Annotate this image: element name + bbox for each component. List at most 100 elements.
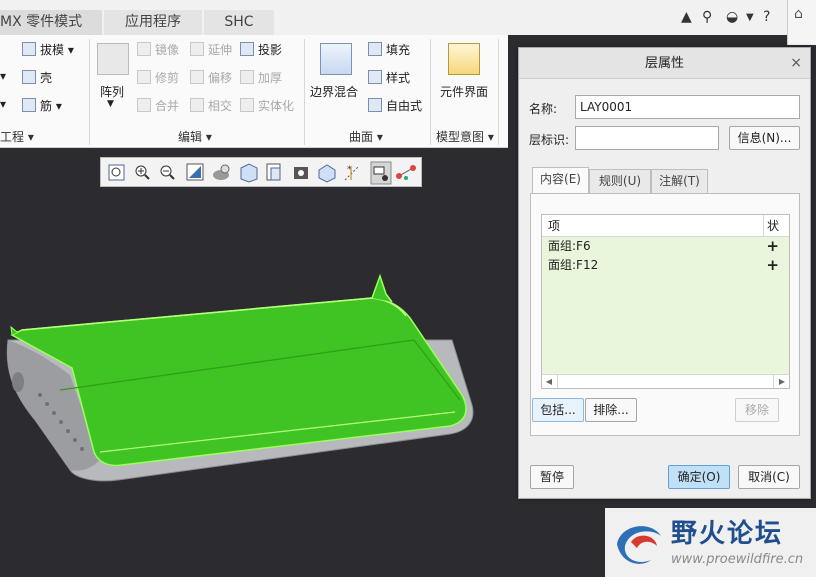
tab-notes[interactable]: 注解(T) <box>651 169 708 193</box>
perspective-icon[interactable] <box>294 167 308 179</box>
model-3d-view[interactable] <box>0 190 500 490</box>
column-item-header[interactable]: 项 <box>548 219 560 233</box>
group-surfaces[interactable]: 曲面 ▾ <box>349 128 383 145</box>
dialog-title: 层属性 <box>519 48 810 79</box>
name-label: 名称: <box>529 102 558 116</box>
list-item[interactable]: 面组:F6 + <box>542 237 789 256</box>
pause-button[interactable]: 暂停 <box>530 465 574 489</box>
fill-button[interactable]: 填充 <box>368 41 410 58</box>
scroll-divider <box>773 375 774 388</box>
close-icon[interactable]: × <box>790 55 802 71</box>
list-item-label: 面组:F12 <box>548 258 599 272</box>
mirror-button[interactable]: 镜像 <box>137 41 179 58</box>
collapse-ribbon-icon[interactable]: ▲ <box>681 9 692 25</box>
component-interface-icon[interactable] <box>448 43 480 75</box>
rib-button[interactable]: 筋 ▾ <box>22 97 62 114</box>
tab-rules[interactable]: 规则(U) <box>589 169 651 193</box>
list-item[interactable]: 面组:F12 + <box>542 256 789 275</box>
graphics-toolbar-icons: * <box>108 161 416 185</box>
cancel-button[interactable]: 取消(C) <box>738 465 800 489</box>
pattern-button[interactable]: 阵列 <box>100 83 124 100</box>
merge-button[interactable]: 合并 <box>137 97 179 114</box>
tab-applications[interactable]: 应用程序 <box>104 10 202 35</box>
boundary-blend-icon[interactable] <box>320 43 352 75</box>
tab-contents[interactable]: 内容(E) <box>532 167 589 194</box>
name-field[interactable]: LAY0001 <box>575 95 800 119</box>
group-separator <box>304 39 305 145</box>
layer-id-field[interactable] <box>575 126 719 150</box>
shell-button[interactable]: 壳 <box>22 69 52 86</box>
watermark-url: www.proewildfire.cn <box>671 552 804 567</box>
shell-icon <box>22 70 36 84</box>
extend-button[interactable]: 延伸 <box>190 41 232 58</box>
style-button[interactable]: 样式 <box>368 69 410 86</box>
extend-icon <box>190 42 204 56</box>
group-model-intent[interactable]: 模型意图 ▾ <box>436 128 494 145</box>
boundary-blend-button[interactable]: 边界混合 <box>310 83 358 100</box>
annotation-display-icon[interactable] <box>370 161 392 185</box>
status-include-icon: + <box>766 256 779 274</box>
view-manager-icon[interactable] <box>266 163 281 181</box>
tab-mx-part-mode[interactable]: MX 零件模式 <box>0 10 102 35</box>
intersect-button[interactable]: 相交 <box>190 97 232 114</box>
solidify-icon <box>240 98 254 112</box>
forum-logo-icon <box>617 526 661 564</box>
intersect-icon <box>190 98 204 112</box>
thicken-button[interactable]: 加厚 <box>240 69 282 86</box>
group-engineering[interactable]: 工程 ▾ <box>0 128 34 145</box>
mirror-icon <box>137 42 151 56</box>
chevron-down-icon[interactable]: ▾ <box>0 69 6 83</box>
refit-icon[interactable] <box>108 164 125 181</box>
solidify-button[interactable]: 实体化 <box>240 97 294 114</box>
zoom-out-icon[interactable] <box>160 165 175 180</box>
group-separator <box>430 39 431 145</box>
graphics-toolbar: * <box>100 157 422 187</box>
freestyle-button[interactable]: 自由式 <box>368 97 422 114</box>
tab-shc[interactable]: SHC <box>204 10 274 35</box>
items-list[interactable]: 项 状 面组:F6 + 面组:F12 + ◀ ▶ <box>541 214 790 389</box>
list-header: 项 状 <box>542 215 789 237</box>
draft-button[interactable]: 拔模 ▾ <box>22 41 74 58</box>
trim-button[interactable]: 修剪 <box>137 69 179 86</box>
include-button[interactable]: 包括... <box>532 398 584 422</box>
freestyle-icon <box>368 98 382 112</box>
status-include-icon: + <box>766 237 779 255</box>
thicken-icon <box>240 70 254 84</box>
search-icon[interactable]: ⚲ <box>702 9 712 25</box>
merge-icon <box>137 98 151 112</box>
column-status-header[interactable]: 状 <box>763 215 791 237</box>
chevron-down-icon[interactable]: ▼ <box>107 99 114 109</box>
offset-button[interactable]: 偏移 <box>190 69 232 86</box>
chevron-down-icon[interactable]: ▼ <box>746 12 754 23</box>
saved-views-icon[interactable] <box>240 163 258 183</box>
chevron-down-icon[interactable]: ▾ <box>0 97 6 111</box>
horizontal-scrollbar[interactable]: ◀ ▶ <box>542 374 789 388</box>
help-icon[interactable]: ? <box>763 9 770 25</box>
list-item-label: 面组:F6 <box>548 239 591 253</box>
datum-display-icon[interactable]: * <box>344 165 360 181</box>
component-interface-button[interactable]: 元件界面 <box>440 83 488 100</box>
watermark: 野火论坛 www.proewildfire.cn <box>605 508 816 577</box>
home-icon[interactable]: ⌂ <box>794 6 803 22</box>
project-button[interactable]: 投影 <box>240 41 282 58</box>
scroll-right-icon[interactable]: ▶ <box>775 375 789 388</box>
home-strip: ⌂ <box>787 0 816 45</box>
scroll-left-icon[interactable]: ◀ <box>542 375 556 388</box>
layer-properties-dialog: 层属性 × 名称: LAY0001 层标识: 信息(N)... 内容(E) 规则… <box>518 47 811 499</box>
pattern-icon[interactable] <box>97 43 129 75</box>
remove-button[interactable]: 移除 <box>735 398 779 422</box>
appearance-gallery-icon[interactable]: ◒ <box>726 9 738 25</box>
contents-panel: 项 状 面组:F6 + 面组:F12 + ◀ ▶ 包括... 排除... 移除 <box>530 193 800 436</box>
simulation-display-icon[interactable] <box>396 165 416 180</box>
trim-icon <box>137 70 151 84</box>
scroll-divider <box>557 375 558 388</box>
ok-button[interactable]: 确定(O) <box>668 465 730 489</box>
zoom-in-icon[interactable] <box>135 165 150 180</box>
exclude-button[interactable]: 排除... <box>585 398 637 422</box>
repaint-icon[interactable] <box>186 163 204 181</box>
spin-center-icon[interactable] <box>318 164 336 183</box>
watermark-title: 野火论坛 <box>671 519 784 549</box>
display-style-icon[interactable] <box>213 164 230 180</box>
group-editing[interactable]: 编辑 ▾ <box>178 128 212 145</box>
info-button[interactable]: 信息(N)... <box>729 126 800 150</box>
